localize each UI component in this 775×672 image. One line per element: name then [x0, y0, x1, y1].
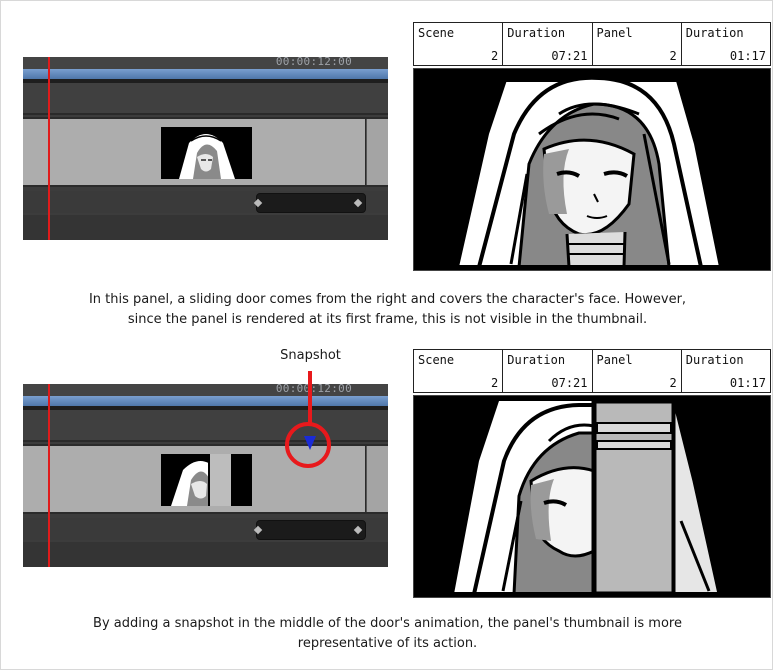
timecode: 00:00:12:00 — [275, 57, 352, 68]
snapshot-label: Snapshot — [280, 348, 341, 363]
caption-line: since the panel is rendered at its first… — [127, 312, 648, 327]
playhead[interactable] — [48, 384, 50, 567]
timeline-row — [23, 542, 388, 567]
keyframe-diamond-icon — [253, 525, 263, 535]
panel-thumbnail — [161, 127, 252, 179]
scene-bar[interactable] — [23, 396, 388, 406]
zoom-slider[interactable] — [253, 193, 366, 213]
timeline-row — [23, 410, 388, 440]
timeline-row — [23, 215, 388, 240]
panel-track — [23, 117, 388, 187]
zoom-slider[interactable] — [253, 520, 366, 540]
panel-clip-next[interactable] — [366, 446, 388, 512]
info-cell-panel: Panel 2 — [593, 23, 682, 65]
caption-bottom: By adding a snapshot in the middle of th… — [30, 614, 745, 654]
info-cell-panel-duration: Duration 01:17 — [685, 353, 766, 390]
keyframe-diamond-icon — [353, 525, 363, 535]
divider — [23, 113, 388, 115]
info-cell-scene-duration: Duration 07:21 — [503, 350, 593, 392]
info-cell-scene: Scene 2 — [414, 350, 504, 392]
time-ruler[interactable]: 00:00:12:00 — [23, 384, 388, 396]
info-cell-panel-duration: Duration 01:17 — [685, 26, 766, 63]
timecode: 00:00:12:00 — [275, 384, 352, 395]
info-cell-scene-duration: Duration 07:21 — [503, 23, 593, 65]
panel-clip[interactable] — [23, 119, 365, 185]
divider — [23, 440, 388, 442]
callout-pointer — [308, 371, 312, 424]
caption-line: In this panel, a sliding door comes from… — [88, 292, 687, 307]
panel-info-table: Scene 2 Duration 07:21 Panel 2 Duration … — [413, 349, 771, 393]
keyframe-diamond-icon — [253, 198, 263, 208]
panel-info-table: Scene 2 Duration 07:21 Panel 2 Duration … — [413, 22, 771, 66]
caption-line: By adding a snapshot in the middle of th… — [93, 616, 682, 631]
timeline-row — [23, 83, 388, 113]
caption-top: In this panel, a sliding door comes from… — [30, 290, 745, 330]
keyframe-diamond-icon — [353, 198, 363, 208]
scene-bar[interactable] — [23, 69, 388, 79]
time-ruler[interactable]: 00:00:12:00 — [23, 57, 388, 69]
info-cell-panel: Panel 2 — [593, 350, 682, 392]
panel-preview — [413, 68, 771, 271]
panel-clip-next[interactable] — [366, 119, 388, 185]
panel-track — [23, 444, 388, 514]
playhead[interactable] — [48, 57, 50, 240]
snapshot-marker-icon[interactable] — [304, 436, 316, 450]
timeline-view[interactable]: 00:00:12:00 — [23, 384, 388, 567]
panel-preview — [413, 395, 771, 598]
panel-thumbnail — [161, 454, 252, 506]
caption-line: representative of its action. — [297, 636, 478, 651]
timeline-view[interactable]: 00:00:12:00 — [23, 57, 388, 240]
info-cell-scene: Scene 2 — [414, 23, 504, 65]
